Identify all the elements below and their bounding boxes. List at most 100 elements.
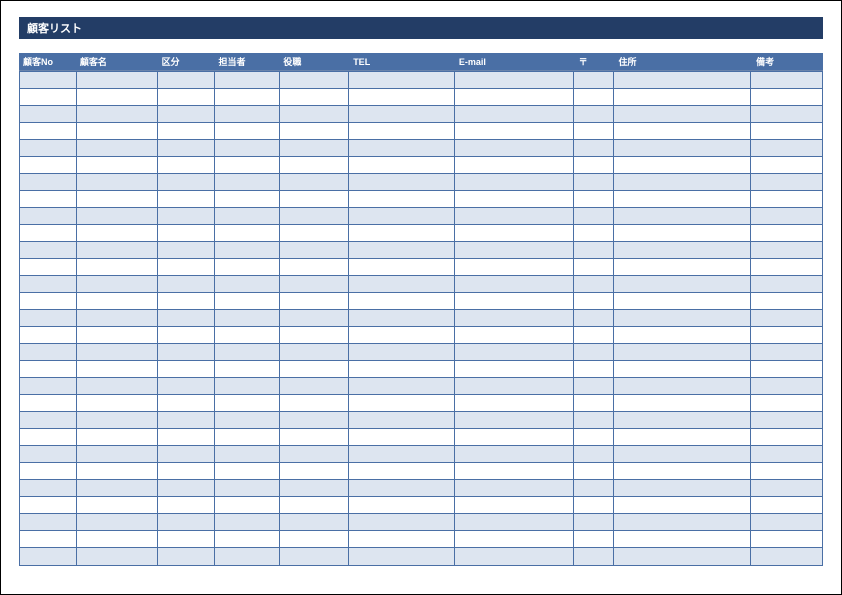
cell-category [158, 106, 215, 123]
cell-postal [574, 259, 614, 276]
cell-email [455, 548, 574, 565]
cell-position [280, 310, 350, 327]
col-header-email: E-mail [455, 53, 575, 70]
cell-tel [349, 242, 454, 259]
cell-customer_no [20, 293, 77, 310]
cell-position [280, 497, 350, 514]
cell-tel [349, 293, 454, 310]
cell-customer_no [20, 140, 77, 157]
cell-customer_no [20, 548, 77, 565]
cell-notes [751, 378, 822, 395]
cell-email [455, 259, 574, 276]
cell-category [158, 361, 215, 378]
cell-position [280, 293, 350, 310]
cell-notes [751, 72, 822, 89]
cell-customer_name [77, 259, 159, 276]
cell-postal [574, 310, 614, 327]
cell-customer_no [20, 123, 77, 140]
cell-tel [349, 123, 454, 140]
cell-postal [574, 531, 614, 548]
table-row [20, 293, 822, 310]
cell-category [158, 412, 215, 429]
cell-tel [349, 225, 454, 242]
cell-notes [751, 293, 822, 310]
cell-customer_no [20, 497, 77, 514]
cell-category [158, 446, 215, 463]
cell-position [280, 480, 350, 497]
table-row [20, 242, 822, 259]
col-header-postal: 〒 [575, 53, 615, 70]
cell-position [280, 225, 350, 242]
cell-tel [349, 208, 454, 225]
table-row [20, 463, 822, 480]
table-row [20, 140, 822, 157]
cell-address [614, 174, 751, 191]
cell-postal [574, 174, 614, 191]
cell-customer_no [20, 191, 77, 208]
cell-category [158, 548, 215, 565]
cell-customer_no [20, 531, 77, 548]
table-row [20, 429, 822, 446]
cell-tel [349, 378, 454, 395]
cell-category [158, 225, 215, 242]
cell-position [280, 429, 350, 446]
cell-contact_person [215, 327, 280, 344]
cell-tel [349, 531, 454, 548]
cell-position [280, 242, 350, 259]
cell-customer_name [77, 106, 159, 123]
cell-contact_person [215, 191, 280, 208]
cell-customer_name [77, 548, 159, 565]
cell-tel [349, 429, 454, 446]
table-row [20, 174, 822, 191]
table-row [20, 361, 822, 378]
cell-notes [751, 191, 822, 208]
table-row [20, 72, 822, 89]
table-row [20, 497, 822, 514]
cell-customer_name [77, 514, 159, 531]
cell-tel [349, 412, 454, 429]
cell-postal [574, 72, 614, 89]
cell-category [158, 463, 215, 480]
cell-customer_name [77, 140, 159, 157]
cell-contact_person [215, 157, 280, 174]
table-row [20, 208, 822, 225]
table-row [20, 89, 822, 106]
cell-address [614, 327, 751, 344]
cell-category [158, 429, 215, 446]
cell-contact_person [215, 412, 280, 429]
cell-address [614, 293, 751, 310]
cell-email [455, 293, 574, 310]
cell-tel [349, 191, 454, 208]
cell-contact_person [215, 378, 280, 395]
cell-position [280, 378, 350, 395]
cell-customer_name [77, 429, 159, 446]
cell-email [455, 140, 574, 157]
cell-address [614, 378, 751, 395]
cell-customer_name [77, 327, 159, 344]
col-header-position: 役職 [279, 53, 349, 70]
cell-notes [751, 548, 822, 565]
cell-category [158, 140, 215, 157]
cell-customer_name [77, 395, 159, 412]
cell-customer_no [20, 208, 77, 225]
cell-postal [574, 344, 614, 361]
cell-customer_no [20, 89, 77, 106]
cell-position [280, 72, 350, 89]
cell-customer_name [77, 174, 159, 191]
cell-position [280, 174, 350, 191]
cell-category [158, 242, 215, 259]
cell-tel [349, 89, 454, 106]
cell-position [280, 327, 350, 344]
cell-address [614, 89, 751, 106]
cell-customer_no [20, 72, 77, 89]
cell-category [158, 395, 215, 412]
cell-postal [574, 208, 614, 225]
cell-address [614, 531, 751, 548]
cell-postal [574, 429, 614, 446]
cell-contact_person [215, 480, 280, 497]
cell-contact_person [215, 259, 280, 276]
cell-category [158, 123, 215, 140]
cell-notes [751, 259, 822, 276]
cell-contact_person [215, 276, 280, 293]
cell-tel [349, 140, 454, 157]
